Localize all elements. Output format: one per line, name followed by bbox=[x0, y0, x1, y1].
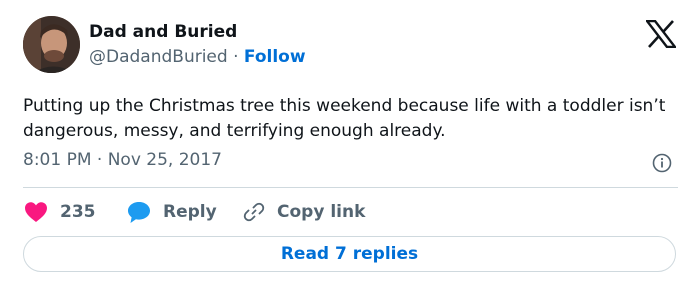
read-replies-label: Read 7 replies bbox=[280, 244, 419, 264]
author-handle-row: @DadandBuried · Follow bbox=[89, 47, 306, 67]
author-handle[interactable]: @DadandBuried bbox=[89, 47, 228, 67]
copy-link-label: Copy link bbox=[277, 202, 366, 222]
speech-bubble-icon bbox=[128, 201, 150, 223]
divider bbox=[23, 187, 678, 188]
avatar[interactable] bbox=[23, 16, 80, 73]
reply-button[interactable]: Reply bbox=[127, 199, 217, 225]
follow-button[interactable]: Follow bbox=[244, 47, 306, 67]
info-icon[interactable] bbox=[651, 152, 673, 174]
like-button[interactable]: 235 bbox=[24, 199, 96, 225]
copy-link-button[interactable]: Copy link bbox=[243, 199, 365, 225]
avatar-image bbox=[23, 16, 80, 73]
tweet-card: Dad and Buried @DadandBuried · Follow Pu… bbox=[0, 0, 700, 288]
reply-label: Reply bbox=[163, 202, 217, 222]
like-count: 235 bbox=[60, 202, 96, 222]
author-display-name[interactable]: Dad and Buried bbox=[89, 22, 237, 42]
handle-separator: · bbox=[233, 47, 239, 67]
tweet-text: Putting up the Christmas tree this weeke… bbox=[23, 96, 666, 141]
heart-icon bbox=[25, 202, 47, 222]
link-icon bbox=[243, 202, 265, 222]
read-replies-button[interactable]: Read 7 replies bbox=[23, 236, 676, 272]
x-logo-icon[interactable] bbox=[646, 20, 676, 48]
tweet-timestamp[interactable]: 8:01 PM · Nov 25, 2017 bbox=[23, 150, 222, 170]
